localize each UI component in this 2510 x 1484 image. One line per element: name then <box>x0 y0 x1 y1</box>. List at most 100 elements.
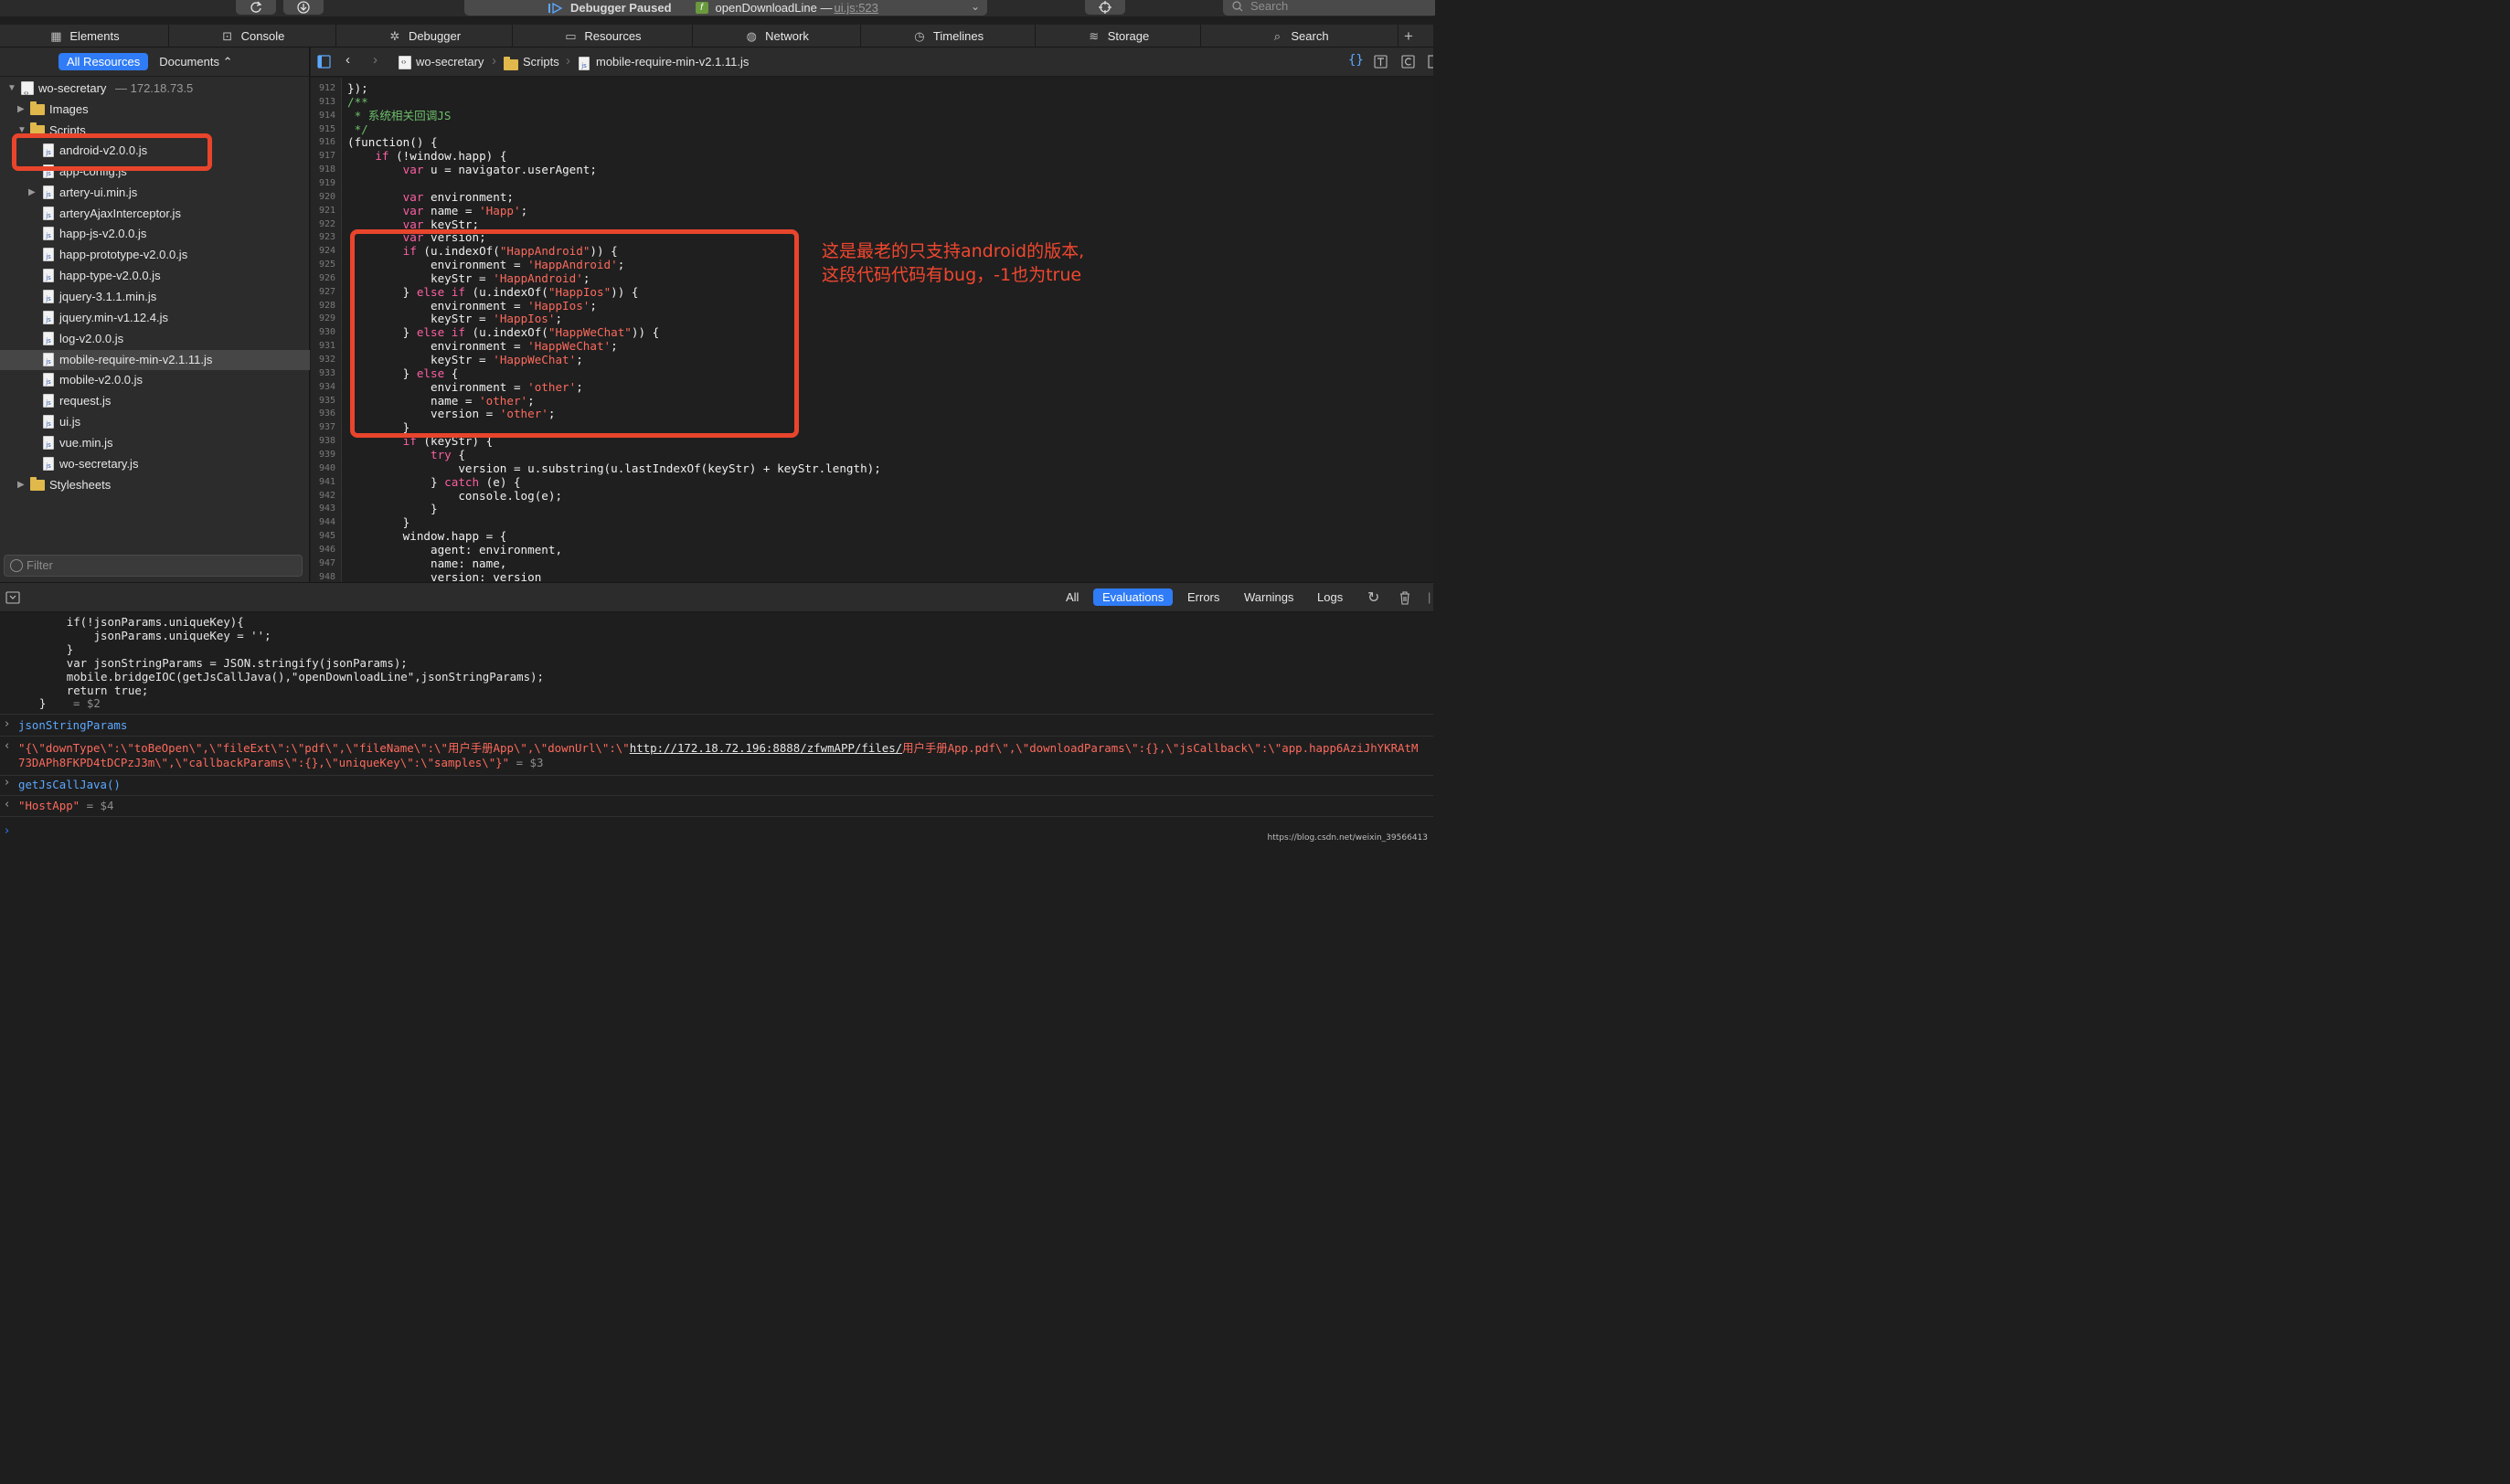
file-row[interactable]: js request.js <box>0 391 310 411</box>
line-number[interactable]: 925 <box>319 260 335 270</box>
sidebar-toggle-icon[interactable] <box>317 55 331 69</box>
line-number[interactable]: 935 <box>319 396 335 406</box>
line-number[interactable]: 913 <box>319 97 335 107</box>
line-number[interactable]: 946 <box>319 545 335 555</box>
type-icon[interactable] <box>1374 55 1388 69</box>
filter-evaluations[interactable]: Evaluations <box>1093 588 1174 606</box>
file-row[interactable]: js mobile-require-min-v2.1.11.js <box>0 349 310 370</box>
line-number[interactable]: 920 <box>319 192 335 202</box>
line-number[interactable]: 939 <box>319 450 335 460</box>
filter-logs[interactable]: Logs <box>1317 590 1343 604</box>
coverage-icon[interactable] <box>1401 55 1415 69</box>
file-row[interactable]: js jquery.min-v1.12.4.js <box>0 308 310 328</box>
line-number[interactable]: 921 <box>319 206 335 216</box>
line-number[interactable]: 916 <box>319 137 335 147</box>
breadcrumb-file[interactable]: mobile-require-min-v2.1.11.js <box>596 55 749 69</box>
code-line: /** <box>347 95 368 109</box>
line-number[interactable]: 947 <box>319 558 335 568</box>
tab-elements[interactable]: ▦ Elements <box>0 25 169 48</box>
folder-stylesheets[interactable]: ▶ Stylesheets <box>0 475 310 495</box>
disclosure-triangle-closed-icon[interactable]: ▶ <box>17 475 27 495</box>
trash-icon[interactable] <box>1399 591 1411 605</box>
line-number[interactable]: 937 <box>319 422 335 432</box>
documents-dropdown[interactable]: Documents ⌃ <box>159 55 232 69</box>
line-number[interactable]: 944 <box>319 517 335 527</box>
file-row[interactable]: js log-v2.0.0.js <box>0 329 310 349</box>
pretty-print-icon[interactable]: {} <box>1348 53 1364 68</box>
line-number[interactable]: 912 <box>319 83 335 93</box>
tab-resources[interactable]: ▭ Resources <box>513 25 693 48</box>
line-number[interactable]: 942 <box>319 491 335 501</box>
line-number[interactable]: 926 <box>319 273 335 283</box>
chevron-down-icon[interactable]: ⌄ <box>971 0 980 13</box>
file-row[interactable]: js vue.min.js <box>0 433 310 453</box>
line-number[interactable]: 941 <box>319 477 335 487</box>
tab-search[interactable]: ⌕ Search <box>1201 25 1399 48</box>
back-arrow-icon[interactable]: ‹ <box>346 52 350 68</box>
line-number[interactable]: 948 <box>319 572 335 582</box>
filter-errors[interactable]: Errors <box>1187 590 1219 604</box>
line-number[interactable]: 928 <box>319 301 335 311</box>
line-number[interactable]: 915 <box>319 124 335 134</box>
file-row[interactable]: js wo-secretary.js <box>0 454 310 474</box>
line-number[interactable]: 931 <box>319 341 335 351</box>
tab-debugger[interactable]: ✲ Debugger <box>336 25 513 48</box>
tab-network[interactable]: ◍ Network <box>693 25 861 48</box>
disclosure-triangle-closed-icon[interactable]: ▶ <box>28 183 37 203</box>
filter-all[interactable]: All <box>1066 590 1079 604</box>
line-number[interactable]: 930 <box>319 327 335 337</box>
line-number[interactable]: 940 <box>319 463 335 473</box>
line-number[interactable]: 927 <box>319 287 335 297</box>
filter-warnings[interactable]: Warnings <box>1244 590 1293 604</box>
line-number[interactable]: 945 <box>319 531 335 541</box>
line-number[interactable]: 934 <box>319 382 335 392</box>
site-row[interactable]: ▼ wo-secretary — 172.18.73.5 <box>0 79 310 103</box>
breadcrumb-site[interactable]: wo-secretary <box>416 55 484 69</box>
tab-console[interactable]: ⊡ Console <box>169 25 336 48</box>
download-button[interactable] <box>283 0 324 15</box>
line-number[interactable]: 929 <box>319 313 335 323</box>
line-number-gutter[interactable]: 912 913 914 915 916 917 918 919 920 921 922 923 924 9… <box>311 78 342 582</box>
new-tab-button[interactable]: + <box>1399 25 1419 48</box>
file-row[interactable]: ▶ js artery-ui.min.js <box>0 183 310 203</box>
console-output[interactable]: if(!jsonParams.uniqueKey){ jsonParams.un… <box>0 613 1433 847</box>
disclosure-triangle-closed-icon[interactable]: ▶ <box>17 100 27 120</box>
disclosure-triangle-open-icon[interactable]: ▼ <box>7 79 16 99</box>
file-row[interactable]: js happ-prototype-v2.0.0.js <box>0 245 310 265</box>
file-row[interactable]: js ui.js <box>0 412 310 432</box>
line-number[interactable]: 914 <box>319 111 335 121</box>
console-prompt-caret-icon[interactable]: › <box>5 824 9 838</box>
line-number[interactable]: 922 <box>319 219 335 229</box>
all-resources-button[interactable]: All Resources <box>58 53 149 70</box>
line-number[interactable]: 919 <box>319 178 335 188</box>
line-number[interactable]: 938 <box>319 436 335 446</box>
breadcrumb-folder[interactable]: Scripts <box>523 55 559 69</box>
line-number[interactable]: 918 <box>319 164 335 175</box>
tab-timelines[interactable]: ◷ Timelines <box>861 25 1036 48</box>
file-row[interactable]: js arteryAjaxInterceptor.js <box>0 204 310 224</box>
folder-images[interactable]: ▶ Images <box>0 100 310 120</box>
line-number[interactable]: 932 <box>319 355 335 365</box>
file-row[interactable]: js jquery-3.1.1.min.js <box>0 287 310 307</box>
file-row[interactable]: js happ-type-v2.0.0.js <box>0 266 310 286</box>
collapse-console-icon[interactable] <box>5 591 20 604</box>
forward-arrow-icon[interactable]: › <box>373 52 378 68</box>
line-number[interactable]: 943 <box>319 504 335 514</box>
line-number[interactable]: 917 <box>319 151 335 161</box>
line-number[interactable]: 936 <box>319 408 335 419</box>
preserve-log-icon[interactable]: ↻ <box>1367 588 1379 607</box>
line-number[interactable]: 933 <box>319 368 335 378</box>
file-row[interactable]: js happ-js-v2.0.0.js <box>0 224 310 244</box>
global-search-input[interactable]: Search <box>1223 0 1435 16</box>
element-picker-button[interactable] <box>1085 0 1125 15</box>
resource-filter-input[interactable]: Filter <box>4 555 303 577</box>
reload-button[interactable] <box>236 0 276 15</box>
panel-toggle-icon[interactable] <box>1428 55 1433 69</box>
line-number[interactable]: 923 <box>319 232 335 242</box>
debugger-status-bar[interactable]: Debugger Paused f openDownloadLine — ui.… <box>464 0 987 16</box>
tab-storage[interactable]: ≋ Storage <box>1036 25 1201 48</box>
line-number[interactable]: 924 <box>319 246 335 256</box>
console-output-1-link[interactable]: http://172.18.72.196:8888/zfwmAPP/files/ <box>630 741 902 755</box>
paused-function-location[interactable]: ui.js:523 <box>834 1 877 15</box>
file-row[interactable]: js mobile-v2.0.0.js <box>0 370 310 390</box>
